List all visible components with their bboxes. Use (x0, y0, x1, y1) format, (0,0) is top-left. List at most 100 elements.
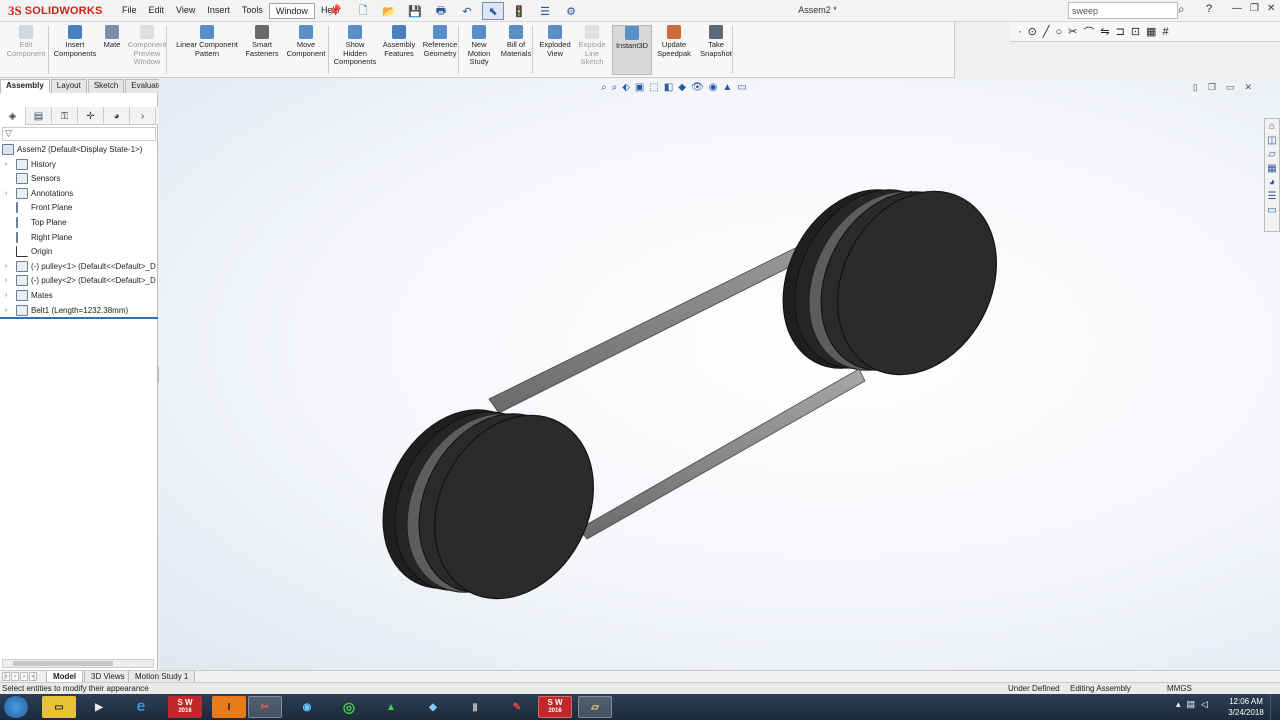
circle-outline-icon[interactable]: ○ (1056, 26, 1063, 38)
tree-filter-icon[interactable]: ▽ (2, 127, 156, 141)
menu-edit[interactable]: Edit (143, 3, 171, 19)
dimxpert-tab-icon[interactable]: ✛ (78, 107, 104, 125)
custom-properties-icon[interactable]: ☰ (1268, 191, 1277, 202)
mate-button[interactable]: Mate (100, 25, 124, 75)
tree-item-mates[interactable]: › Mates (0, 288, 158, 302)
tree-item-front-plane[interactable]: Front Plane (0, 201, 158, 215)
graphics-area[interactable]: ⌕ ⌕ ⬖ ▣ ⬚ ◧ ◆ 👁 ◉ ▲ ▭ ▯ ❐ ▭ ✕ (159, 79, 1280, 670)
tree-item-history[interactable]: › History (0, 157, 158, 171)
solidworks-active-taskbar-icon[interactable]: S W 2016 (538, 696, 572, 718)
options-icon[interactable]: ⚙ (560, 2, 582, 20)
line-icon[interactable]: ╱ (1043, 25, 1050, 38)
instant3d-button[interactable]: Instant3D (612, 25, 652, 75)
next-tab-icon[interactable]: › (20, 672, 28, 681)
help-icon[interactable]: ? (1206, 3, 1212, 15)
feature-manager-tab-icon[interactable]: ◈ (0, 107, 26, 125)
expand-arrow-icon[interactable]: › (2, 277, 10, 284)
select-icon[interactable]: ⬉ (482, 2, 504, 20)
camera-app-icon[interactable]: ◉ (290, 696, 324, 718)
linear-component-pattern-button[interactable]: Linear Component Pattern (172, 25, 242, 75)
panel-expand-icon[interactable]: › (130, 107, 156, 125)
menu-window[interactable]: Window (268, 3, 315, 19)
unit-system[interactable]: MMGS (1167, 683, 1192, 694)
menu-insert[interactable]: Insert (201, 3, 236, 19)
tab-assembly[interactable]: Assembly (0, 79, 50, 93)
assembly-model[interactable] (159, 79, 1280, 670)
restore-icon[interactable]: ❐ (1250, 3, 1259, 14)
solidworks-taskbar-icon[interactable]: S W 2016 (168, 696, 202, 718)
point-icon[interactable]: · (1018, 26, 1022, 38)
menu-tools[interactable]: Tools (236, 3, 269, 19)
take-snapshot-button[interactable]: Take Snapshot (696, 25, 736, 75)
pulley-1[interactable] (353, 383, 624, 626)
display-manager-tab-icon[interactable]: ◕ (104, 107, 130, 125)
tray-arrow-icon[interactable]: ▴ (1176, 699, 1181, 710)
search-icon[interactable]: ⌕ (1178, 2, 1185, 17)
tree-item-sensors[interactable]: Sensors (0, 172, 158, 186)
command-prompt-app-icon[interactable]: ▮ (458, 696, 492, 718)
smart-fasteners-button[interactable]: Smart Fasteners (244, 25, 280, 75)
code-editor-app-icon[interactable]: ◆ (416, 696, 450, 718)
triangle-app-icon[interactable]: ▲ (374, 696, 408, 718)
menu-view[interactable]: View (170, 3, 201, 19)
solidworks-resources-icon[interactable]: ⌂ (1269, 121, 1275, 132)
tab-sketch[interactable]: Sketch (87, 79, 125, 93)
new-motion-study-button[interactable]: New Motion Study (462, 25, 496, 75)
open-document-icon[interactable]: 📂 (378, 2, 400, 20)
print-icon[interactable]: 🖶 (430, 2, 452, 20)
move-component-button[interactable]: Move Component (284, 25, 328, 75)
reference-geometry-button[interactable]: Reference Geometry (420, 25, 460, 75)
tree-item-pulley-2-default-default-d[interactable]: › (-) pulley<2> (Default<<Default>_D (0, 274, 158, 288)
mirror-icon[interactable]: ⇋ (1100, 25, 1109, 38)
show-hidden-components-button[interactable]: Show Hidden Components (332, 25, 378, 75)
tree-item-top-plane[interactable]: Top Plane (0, 215, 158, 229)
save-icon[interactable]: 💾 (404, 2, 426, 20)
folder-app-icon[interactable]: ▱ (578, 696, 612, 718)
solidworks-logo[interactable]: 3S SOLIDWORKS (8, 3, 103, 19)
component-preview-window-button[interactable]: Component Preview Window (124, 25, 170, 75)
design-library-icon[interactable]: ◫ (1267, 135, 1276, 146)
tree-item-origin[interactable]: Origin (0, 245, 158, 259)
close-icon[interactable]: ✕ (1267, 3, 1275, 14)
assembly-features-button[interactable]: Assembly Features (380, 25, 418, 75)
tree-horizontal-scrollbar[interactable] (2, 659, 154, 668)
clock[interactable]: 12:06 AM 3/24/2018 (1226, 696, 1266, 718)
tree-item-right-plane[interactable]: Right Plane (0, 230, 158, 244)
expand-arrow-icon[interactable]: › (2, 307, 10, 314)
rollback-bar[interactable] (0, 317, 158, 319)
bill-of-materials-button[interactable]: Bill of Materials (498, 25, 534, 75)
chrome-app-icon[interactable]: ◎ (332, 696, 366, 718)
offset-icon[interactable]: ⊐ (1116, 25, 1125, 38)
undo-icon[interactable]: ↶ (456, 2, 478, 20)
expand-arrow-icon[interactable]: › (2, 190, 10, 197)
appearances-icon[interactable]: ◕ (1269, 177, 1275, 188)
volume-icon[interactable]: ◁ (1201, 699, 1208, 710)
internet-explorer-app-icon[interactable]: e (124, 696, 158, 718)
media-player-app-icon[interactable]: ▶ (82, 696, 116, 718)
pulley-2[interactable] (753, 163, 1027, 402)
show-desktop-button[interactable] (1270, 694, 1280, 720)
expand-arrow-icon[interactable]: › (2, 263, 10, 270)
minimize-icon[interactable]: — (1232, 3, 1242, 14)
trim-icon[interactable]: ✂ (1068, 25, 1077, 38)
tree-root-assembly[interactable]: Assem2 (Default<Display State-1>) (0, 142, 158, 156)
first-tab-icon[interactable]: |‹ (2, 672, 10, 681)
search-input[interactable]: sweep (1068, 2, 1178, 19)
exploded-view-button[interactable]: Exploded View (536, 25, 574, 75)
expand-arrow-icon[interactable]: › (2, 292, 10, 299)
tree-item-belt1-length-1232-38mm[interactable]: › Belt1 (Length=1232.38mm) (0, 303, 158, 317)
pin-menu-icon[interactable]: 📌 (328, 4, 342, 17)
new-document-icon[interactable]: 🗋 (352, 2, 374, 20)
file-explorer-app-icon[interactable]: ▭ (42, 696, 76, 718)
update-speedpak-button[interactable]: Update Speedpak (654, 25, 694, 75)
menu-file[interactable]: File (116, 3, 143, 19)
tab-layout[interactable]: Layout (50, 79, 87, 93)
circle-icon[interactable]: ⊙ (1028, 25, 1037, 38)
file-properties-icon[interactable]: ☰ (534, 2, 556, 20)
rebuild-icon[interactable]: 🚦 (508, 2, 530, 20)
explode-line-sketch-button[interactable]: Explode Line Sketch (574, 25, 610, 75)
configuration-manager-tab-icon[interactable]: ⚿ (52, 107, 78, 125)
network-icon[interactable]: ▤ (1187, 699, 1196, 710)
chamfer-icon[interactable]: ⌒ (1083, 24, 1094, 40)
pdf-app-icon[interactable]: ✎ (500, 696, 534, 718)
